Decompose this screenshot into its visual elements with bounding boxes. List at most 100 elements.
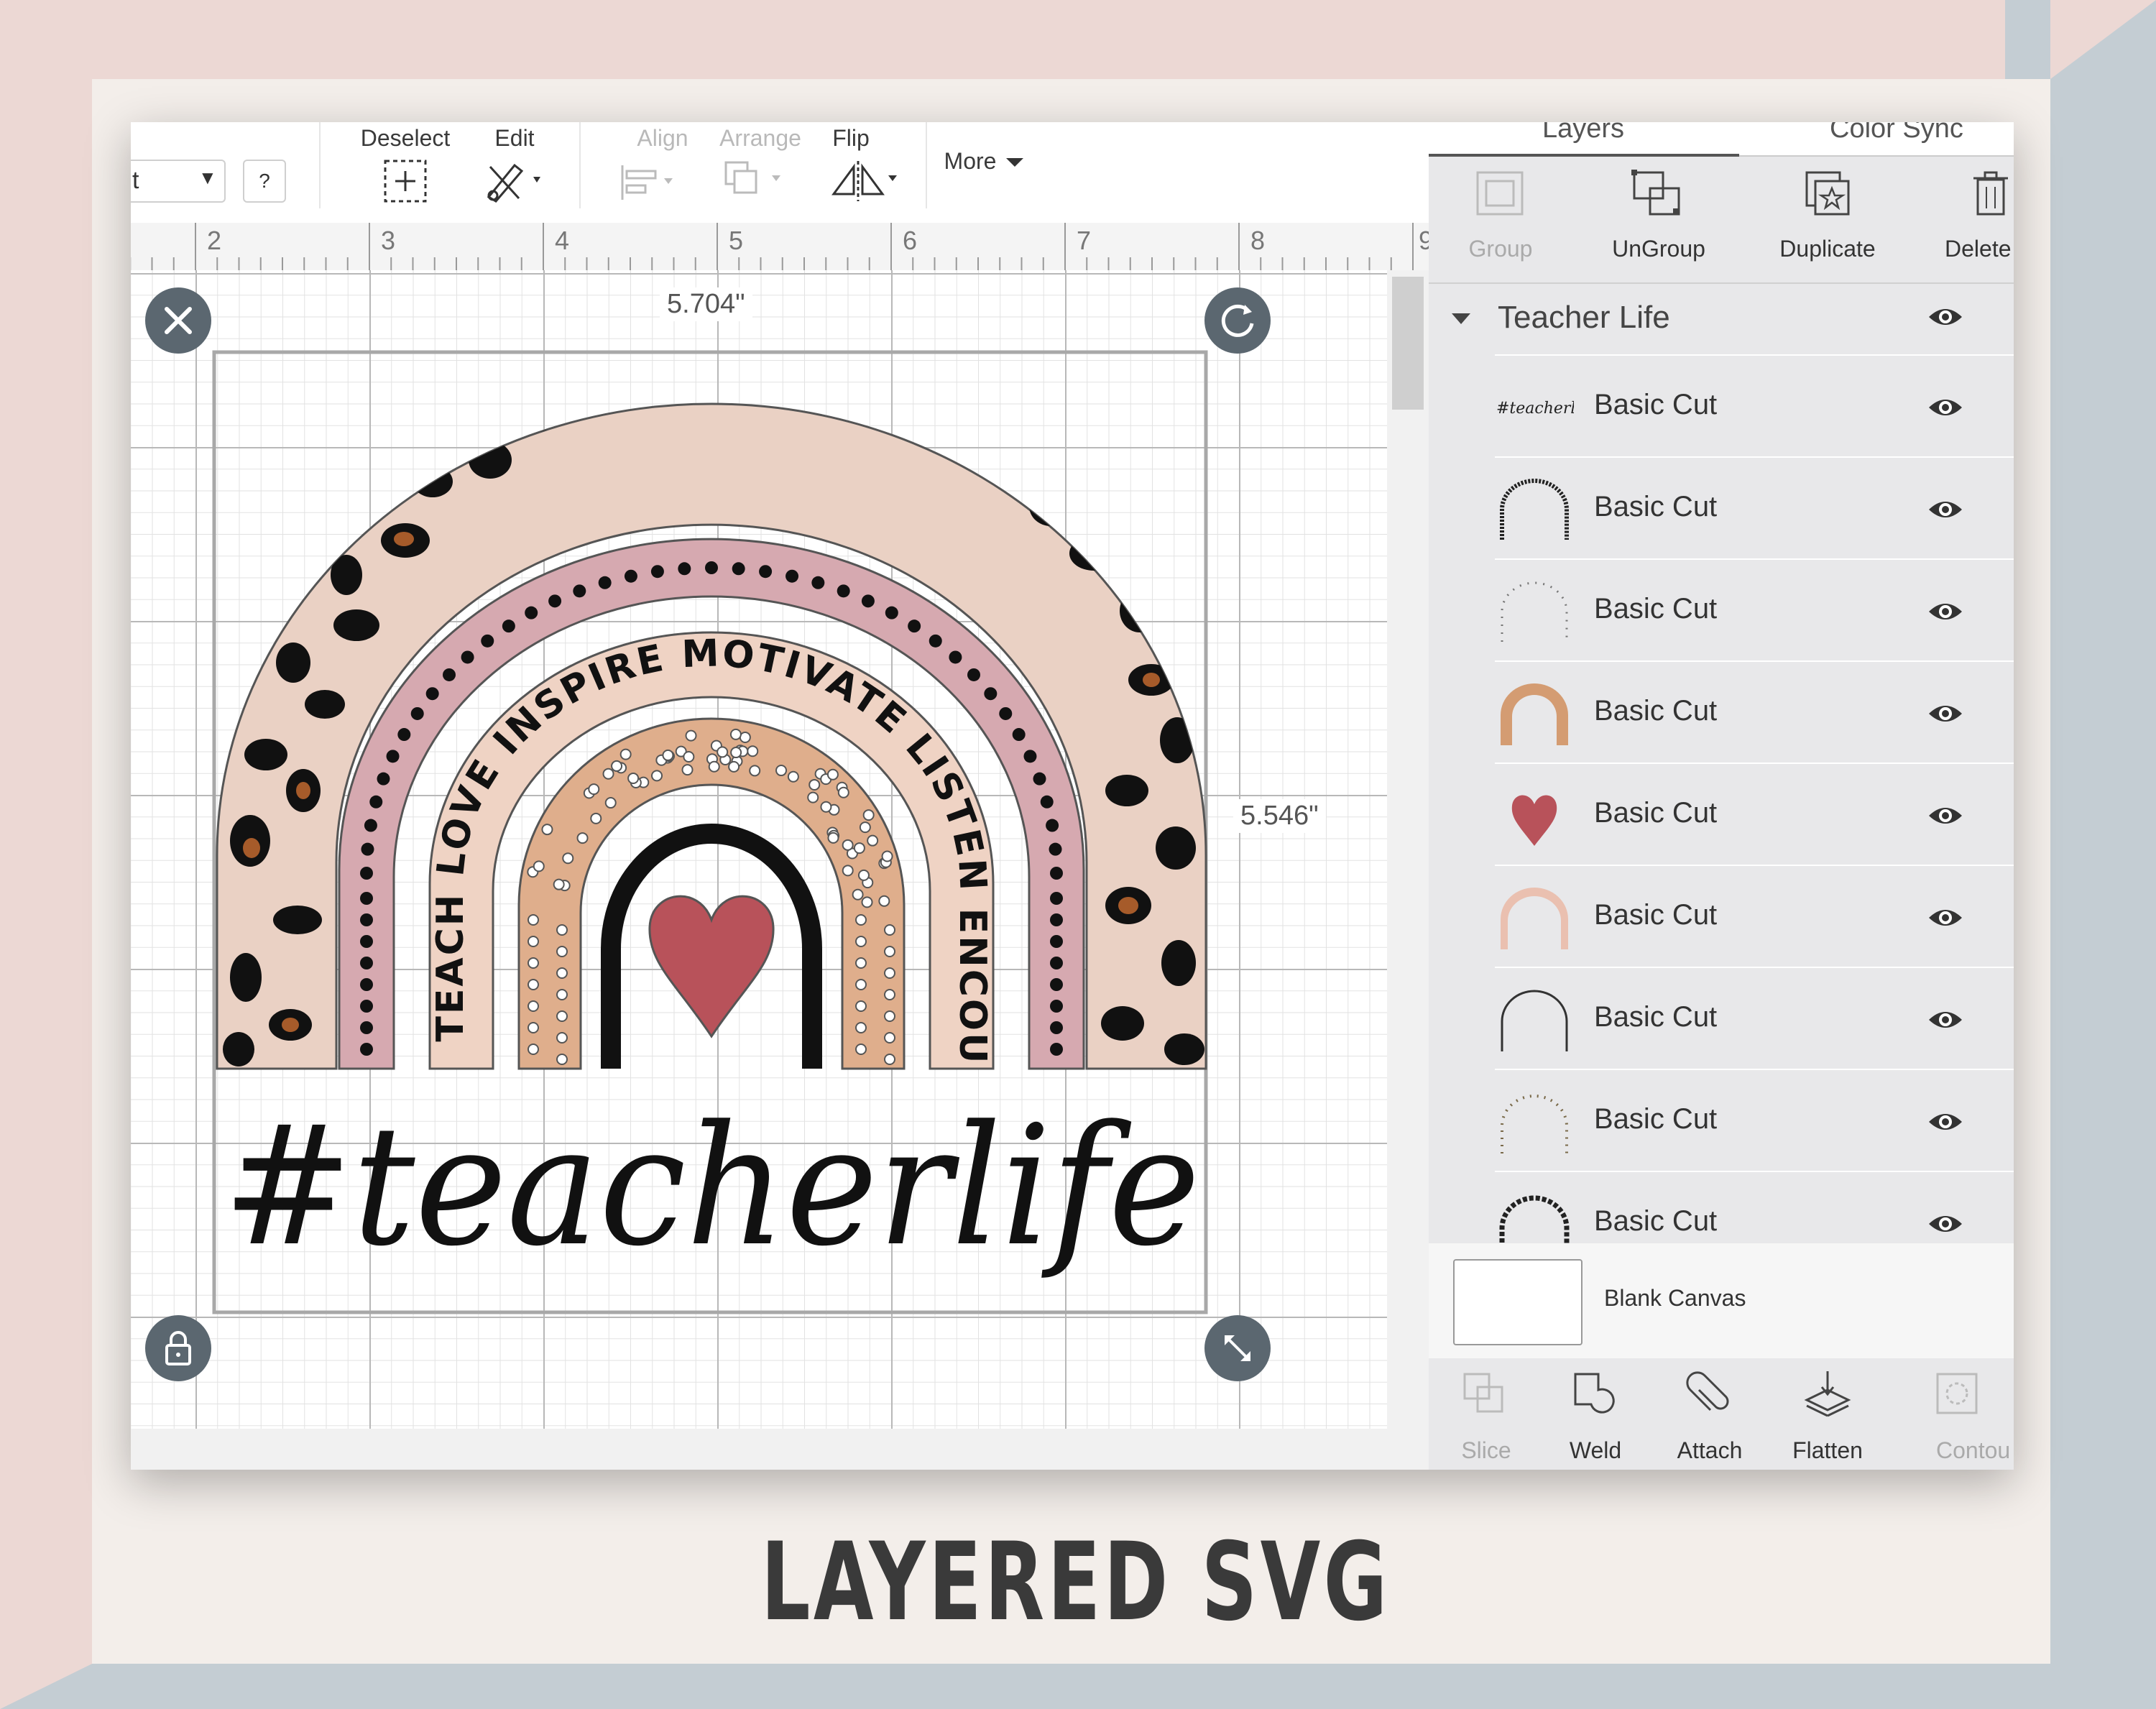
- paperclip-icon[interactable]: [1685, 1368, 1735, 1419]
- band-dot: [576, 832, 589, 844]
- resize-handle[interactable]: [1204, 1315, 1271, 1381]
- delete-button[interactable]: Delete: [1945, 236, 2014, 262]
- band-dot: [884, 1010, 895, 1022]
- eye-icon[interactable]: [1927, 303, 1963, 331]
- eye-icon[interactable]: [1927, 699, 1963, 728]
- band-dot: [611, 760, 623, 772]
- blank-canvas-label: Blank Canvas: [1604, 1285, 1746, 1311]
- svg-text:#teacherlife: #teacherlife: [1496, 400, 1574, 418]
- band-dot: [556, 946, 568, 957]
- eye-icon[interactable]: [1927, 801, 1963, 830]
- contour-button[interactable]: Contou: [1936, 1437, 2014, 1464]
- band-dot: [662, 749, 674, 761]
- band-dot: [984, 687, 998, 701]
- band-dot: [732, 562, 745, 576]
- eye-icon[interactable]: [1927, 903, 1963, 932]
- slice-button[interactable]: Slice: [1450, 1437, 1522, 1464]
- band-dot: [859, 821, 871, 834]
- layer-row[interactable]: Basic Cut: [1429, 1070, 2014, 1172]
- band-dot: [908, 619, 921, 633]
- tab-layers[interactable]: Layers: [1542, 122, 1624, 144]
- band-dot: [861, 594, 875, 608]
- delete-handle[interactable]: [145, 287, 211, 354]
- ungroup-icon[interactable]: [1630, 168, 1683, 218]
- band-dot: [590, 812, 602, 824]
- flatten-icon[interactable]: [1802, 1368, 1853, 1419]
- weld-icon[interactable]: [1570, 1368, 1620, 1419]
- eye-icon[interactable]: [1927, 1210, 1963, 1238]
- caption-title: LAYERED SVG: [760, 1520, 1391, 1645]
- band-dot: [855, 957, 867, 969]
- contour-icon[interactable]: [1932, 1368, 1982, 1419]
- band-dot: [884, 1032, 895, 1044]
- band-dot: [562, 852, 574, 865]
- flatten-button[interactable]: Flatten: [1788, 1437, 1867, 1464]
- group-button[interactable]: Group: [1457, 236, 1544, 262]
- tab-color-sync[interactable]: Color Sync: [1830, 122, 1963, 144]
- eye-icon[interactable]: [1927, 495, 1963, 524]
- blank-canvas-swatch[interactable]: [1453, 1259, 1583, 1345]
- blank-canvas-row[interactable]: Blank Canvas: [1429, 1243, 2014, 1358]
- band-dot: [855, 1000, 867, 1012]
- layer-row[interactable]: Basic Cut: [1429, 1172, 2014, 1243]
- band-dot: [717, 746, 729, 758]
- eye-icon[interactable]: [1927, 597, 1963, 626]
- layer-group-header[interactable]: Teacher Life: [1429, 284, 2014, 356]
- layer-row[interactable]: Basic Cut: [1429, 968, 2014, 1070]
- band-dot: [1050, 1000, 1063, 1013]
- band-dot: [884, 1054, 895, 1065]
- band-dot: [360, 913, 373, 926]
- band-dot: [1050, 1021, 1063, 1034]
- band-dot: [602, 768, 614, 780]
- band-dot: [556, 924, 568, 936]
- band-dot: [528, 936, 539, 947]
- layer-row[interactable]: Basic Cut: [1429, 866, 2014, 968]
- ungroup-button[interactable]: UnGroup: [1601, 236, 1716, 262]
- slice-icon[interactable]: [1459, 1368, 1509, 1419]
- band-dot: [820, 801, 832, 813]
- layer-thumbnail: [1501, 888, 1568, 949]
- band-dot: [842, 865, 854, 877]
- band-dot: [681, 764, 694, 776]
- band-dot: [598, 576, 612, 589]
- band-dot: [360, 935, 373, 948]
- weld-button[interactable]: Weld: [1560, 1437, 1631, 1464]
- layer-row[interactable]: #teacherlife Basic Cut: [1429, 356, 2014, 458]
- band-dot: [1050, 978, 1063, 991]
- band-dot: [842, 839, 854, 851]
- layer-row[interactable]: Basic Cut: [1429, 764, 2014, 866]
- eye-icon[interactable]: [1927, 393, 1963, 422]
- band-dot: [556, 1032, 568, 1044]
- band-dot: [884, 967, 895, 979]
- band-dot: [787, 770, 799, 783]
- layer-row[interactable]: Basic Cut: [1429, 662, 2014, 764]
- band-dot: [852, 888, 864, 900]
- attach-button[interactable]: Attach: [1670, 1437, 1749, 1464]
- band-dot: [855, 1044, 867, 1055]
- band-dot: [541, 824, 553, 836]
- band-dot: [588, 783, 600, 796]
- rotate-handle[interactable]: [1204, 287, 1271, 354]
- band-dot: [857, 869, 870, 881]
- caret-down-icon[interactable]: [1450, 311, 1472, 327]
- layer-name: Basic Cut: [1594, 1205, 1718, 1237]
- band-dot: [678, 562, 691, 576]
- eye-icon[interactable]: [1927, 1107, 1963, 1136]
- band-dot: [1046, 819, 1059, 832]
- layer-row[interactable]: Basic Cut: [1429, 458, 2014, 560]
- layer-name: Basic Cut: [1594, 593, 1718, 625]
- heart-shape: [648, 895, 775, 1038]
- trash-icon[interactable]: [1968, 168, 2014, 218]
- band-dot: [461, 650, 474, 664]
- layer-row[interactable]: Basic Cut: [1429, 560, 2014, 662]
- band-dot: [728, 760, 740, 773]
- band-dot: [775, 765, 788, 777]
- lock-handle[interactable]: [145, 1315, 211, 1381]
- duplicate-icon[interactable]: [1802, 168, 1856, 218]
- band-dot: [837, 584, 850, 598]
- eye-icon[interactable]: [1927, 1005, 1963, 1034]
- band-dot: [1023, 750, 1037, 763]
- band-dot: [556, 1054, 568, 1065]
- duplicate-button[interactable]: Duplicate: [1766, 236, 1889, 262]
- group-icon[interactable]: [1473, 168, 1526, 218]
